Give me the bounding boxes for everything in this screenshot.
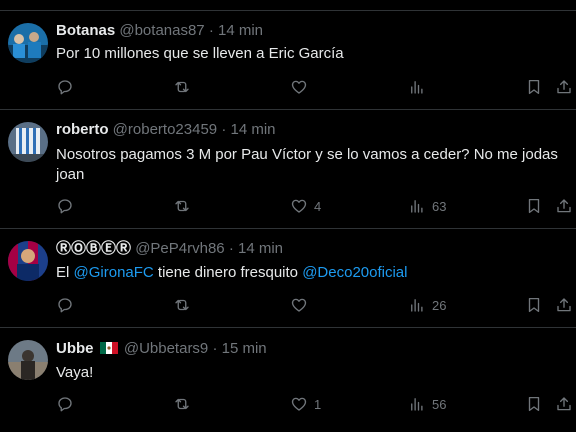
tweet-actions: 4 63	[0, 196, 576, 216]
separator-dot: ·	[228, 240, 234, 257]
avatar[interactable]	[8, 340, 48, 380]
tweet-header: Botanas @botanas87 · 14 min	[56, 21, 263, 41]
timestamp[interactable]: 14 min	[238, 240, 283, 257]
views-icon	[408, 395, 426, 413]
views-button[interactable]	[408, 77, 432, 97]
tweet-actions	[0, 77, 576, 97]
views-icon	[408, 197, 426, 215]
display-name[interactable]: Botanas	[56, 22, 115, 39]
timestamp[interactable]: 14 min	[230, 121, 275, 138]
reply-icon	[56, 296, 74, 314]
heart-icon	[290, 395, 308, 413]
share-icon	[555, 296, 573, 314]
reply-icon	[56, 197, 74, 215]
tweet-actions: 1 56	[0, 394, 576, 414]
mexico-flag-icon	[99, 342, 118, 354]
bookmark-button[interactable]	[525, 394, 543, 414]
views-icon	[408, 78, 426, 96]
like-button[interactable]: 4	[290, 196, 321, 216]
tweet-header: ⓇⓄⒷⒺⓇ @PeP4rvh86 · 14 min	[56, 239, 283, 259]
reply-icon	[56, 78, 74, 96]
heart-icon	[290, 296, 308, 314]
share-icon	[555, 395, 573, 413]
bookmark-button[interactable]	[525, 196, 543, 216]
view-count: 56	[432, 396, 447, 412]
mention-link[interactable]: @GironaFC	[74, 264, 154, 281]
retweet-icon	[173, 296, 191, 314]
view-count: 26	[432, 297, 447, 313]
mention-link[interactable]: @Deco20oficial	[302, 264, 407, 281]
display-name[interactable]: Ubbe	[56, 340, 94, 357]
bookmark-button[interactable]	[525, 295, 543, 315]
like-count: 1	[314, 396, 322, 412]
retweet-icon	[173, 78, 191, 96]
tweet[interactable]: Botanas @botanas87 · 14 min Por 10 millo…	[0, 11, 576, 110]
avatar[interactable]	[8, 241, 48, 281]
like-button[interactable]: 1	[290, 394, 321, 414]
bookmark-button[interactable]	[525, 77, 543, 97]
tweet-actions: 26	[0, 295, 576, 315]
avatar[interactable]	[8, 23, 48, 63]
tweet-text: El @GironaFC tiene dinero fresquito @Dec…	[56, 263, 564, 283]
share-button[interactable]	[555, 394, 573, 414]
share-button[interactable]	[555, 196, 573, 216]
reply-icon	[56, 395, 74, 413]
display-name[interactable]: ⓇⓄⒷⒺⓇ	[56, 240, 131, 257]
display-name[interactable]: roberto	[56, 121, 109, 138]
like-count: 4	[314, 198, 322, 214]
separator-dot: ·	[208, 22, 214, 39]
timeline-top-divider	[0, 0, 576, 11]
retweet-button[interactable]	[173, 77, 191, 97]
separator-dot: ·	[212, 340, 218, 357]
bookmark-icon	[525, 197, 543, 215]
tweet-header: Ubbe @Ubbetars9 · 15 min	[56, 339, 267, 359]
reply-button[interactable]	[56, 394, 74, 414]
views-button[interactable]: 26	[408, 295, 446, 315]
reply-button[interactable]	[56, 295, 74, 315]
share-icon	[555, 197, 573, 215]
bookmark-icon	[525, 296, 543, 314]
user-handle[interactable]: @roberto23459	[113, 121, 217, 138]
tweet[interactable]: ⓇⓄⒷⒺⓇ @PeP4rvh86 · 14 min El @GironaFC t…	[0, 229, 576, 328]
share-button[interactable]	[555, 77, 573, 97]
view-count: 63	[432, 198, 447, 214]
tweet-text: Nosotros pagamos 3 M por Pau Víctor y se…	[56, 146, 558, 183]
reply-button[interactable]	[56, 77, 74, 97]
retweet-icon	[173, 197, 191, 215]
views-button[interactable]: 56	[408, 394, 446, 414]
retweet-button[interactable]	[173, 394, 191, 414]
timestamp[interactable]: 14 min	[218, 22, 263, 39]
tweet-text: Vaya!	[56, 364, 94, 381]
like-button[interactable]	[290, 77, 314, 97]
user-handle[interactable]: @PeP4rvh86	[135, 240, 224, 257]
bookmark-icon	[525, 78, 543, 96]
avatar[interactable]	[8, 122, 48, 162]
retweet-button[interactable]	[173, 295, 191, 315]
reply-button[interactable]	[56, 196, 74, 216]
share-icon	[555, 78, 573, 96]
tweet-header: roberto @roberto23459 · 14 min	[56, 120, 276, 140]
retweet-icon	[173, 395, 191, 413]
user-handle[interactable]: @Ubbetars9	[124, 340, 208, 357]
bookmark-icon	[525, 395, 543, 413]
retweet-button[interactable]	[173, 196, 191, 216]
tweet[interactable]: roberto @roberto23459 · 14 min Nosotros …	[0, 110, 576, 229]
tweet-text-part: tiene dinero fresquito	[153, 264, 303, 281]
heart-icon	[290, 78, 308, 96]
timestamp[interactable]: 15 min	[222, 340, 267, 357]
views-button[interactable]: 63	[408, 196, 446, 216]
share-button[interactable]	[555, 295, 573, 315]
heart-icon	[290, 197, 308, 215]
tweet-text-part: El	[56, 264, 74, 281]
tweet[interactable]: Ubbe @Ubbetars9 · 15 min Vaya! 1 56	[0, 328, 576, 432]
like-button[interactable]	[290, 295, 314, 315]
separator-dot: ·	[221, 121, 227, 138]
tweet-text: Por 10 millones que se lleven a Eric Gar…	[56, 45, 344, 62]
user-handle[interactable]: @botanas87	[119, 22, 204, 39]
views-icon	[408, 296, 426, 314]
